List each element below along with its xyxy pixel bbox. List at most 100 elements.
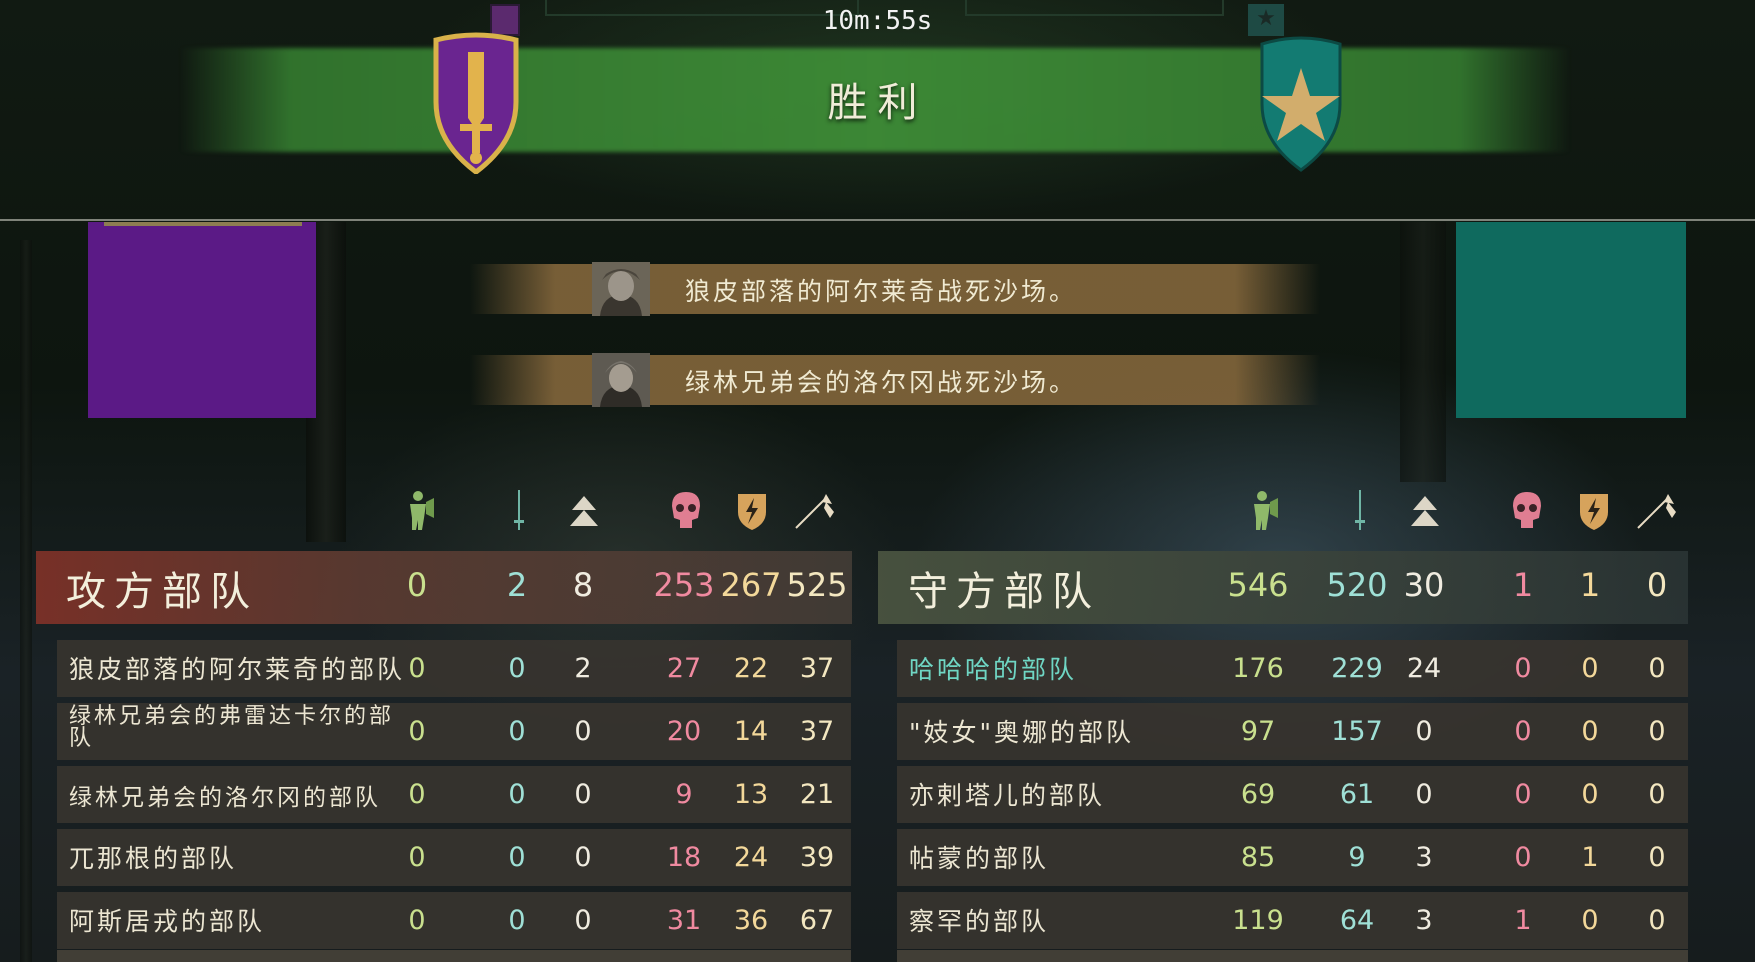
party-wounded: 61: [1339, 779, 1375, 810]
party-killed: 20: [666, 716, 702, 747]
killed-skull-icon: [672, 492, 700, 528]
party-healthy: 85: [1240, 842, 1276, 873]
party-healthy: 97: [1240, 716, 1276, 747]
party-wounded: 64: [1339, 905, 1375, 936]
damage-shield-icon: [738, 494, 766, 530]
party-killed: 0: [1514, 779, 1532, 810]
party-killed: 9: [675, 779, 693, 810]
party-name: 察罕的部队: [909, 907, 1050, 936]
party-routed: 0: [574, 842, 592, 873]
attacker-party-row[interactable]: 绿林兄弟会的弗雷达卡尔的部队 0 0 0 20 14 37: [57, 703, 851, 760]
party-healthy: 69: [1240, 779, 1276, 810]
party-damage: 13: [733, 779, 769, 810]
attacker-party-row[interactable]: 狼皮部落的阿尔莱奇的部队 0 0 2 27 22 37: [57, 640, 851, 697]
party-healthy: 0: [408, 779, 426, 810]
party-damage: 14: [733, 716, 769, 747]
party-name: 哈哈哈的部队: [909, 655, 1078, 684]
party-wounded: 9: [1348, 842, 1366, 873]
next-row-edge: [57, 950, 851, 962]
battle-timer: 10m:55s: [822, 6, 933, 36]
attacker-total-killed: 253: [653, 566, 715, 604]
attacker-party-row[interactable]: 绿林兄弟会的洛尔冈的部队 0 0 0 9 13 21: [57, 766, 851, 823]
party-damage: 24: [733, 842, 769, 873]
death-notice: 狼皮部落的阿尔莱奇战死沙场。: [470, 262, 1320, 316]
party-killed: 0: [1514, 716, 1532, 747]
attacker-total-ranged: 525: [786, 566, 848, 604]
party-routed: 3: [1415, 905, 1433, 936]
party-killed: 1: [1514, 905, 1532, 936]
party-ranged: 39: [799, 842, 835, 873]
party-routed: 2: [574, 653, 592, 684]
death-notice: 绿林兄弟会的洛尔冈战死沙场。: [470, 353, 1320, 407]
party-wounded: 0: [508, 716, 526, 747]
defender-party-row[interactable]: 帖蒙的部队 85 9 3 0 1 0: [897, 829, 1688, 886]
defender-total-healthy: 546: [1227, 566, 1289, 604]
party-name: 帖蒙的部队: [909, 844, 1050, 873]
party-healthy: 119: [1232, 905, 1284, 936]
party-damage: 0: [1581, 716, 1599, 747]
defender-total-wounded: 520: [1326, 566, 1388, 604]
attacker-total-healthy: 0: [406, 566, 428, 604]
party-damage: 0: [1581, 779, 1599, 810]
healthy-troops-icon: [410, 491, 434, 530]
party-routed: 3: [1415, 842, 1433, 873]
defender-party-row[interactable]: "妓女"奥娜的部队 97 157 0 0 0 0: [897, 703, 1688, 760]
killed-skull-icon: [1513, 492, 1541, 528]
party-routed: 24: [1406, 653, 1442, 684]
attacker-party-row[interactable]: 兀那根的部队 0 0 0 18 24 39: [57, 829, 851, 886]
party-wounded: 0: [508, 653, 526, 684]
party-name: 狼皮部落的阿尔莱奇的部队: [69, 655, 406, 684]
notice-text: 狼皮部落的阿尔莱奇战死沙场。: [685, 277, 1078, 306]
party-damage: 22: [733, 653, 769, 684]
party-damage: 0: [1581, 653, 1599, 684]
party-damage: 0: [1581, 905, 1599, 936]
party-ranged: 0: [1648, 905, 1666, 936]
party-ranged: 21: [799, 779, 835, 810]
attacker-total-wounded: 2: [506, 566, 528, 604]
party-ranged: 37: [799, 653, 835, 684]
party-name: "妓女"奥娜的部队: [909, 718, 1134, 747]
wounded-troops-icon: [514, 490, 524, 530]
attacker-flag: [88, 222, 316, 418]
divider-line: [0, 219, 1755, 221]
attacker-flag-trim: [104, 222, 302, 226]
party-wounded: 0: [508, 905, 526, 936]
defender-title: 守方部队: [908, 569, 1100, 615]
party-healthy: 0: [408, 653, 426, 684]
defender-total-routed: 30: [1403, 566, 1445, 604]
attacker-title: 攻方部队: [66, 569, 258, 615]
attacker-total-damage: 267: [720, 566, 782, 604]
attacker-total-routed: 8: [572, 566, 594, 604]
hero-portrait-icon: [592, 353, 650, 407]
attacker-party-row[interactable]: 阿斯居戎的部队 0 0 0 31 36 67: [57, 892, 851, 949]
party-healthy: 0: [408, 842, 426, 873]
defender-total-damage: 1: [1579, 566, 1601, 604]
routed-troops-icon: [570, 496, 598, 526]
ranged-kills-icon: [795, 494, 834, 529]
defender-party-row[interactable]: 哈哈哈的部队 176 229 24 0 0 0: [897, 640, 1688, 697]
party-name: 绿林兄弟会的弗雷达卡尔的部队: [69, 704, 395, 751]
party-healthy: 0: [408, 716, 426, 747]
banner-title: 胜利: [827, 80, 928, 126]
damage-shield-icon: [1580, 494, 1608, 530]
party-routed: 0: [574, 779, 592, 810]
party-killed: 0: [1514, 653, 1532, 684]
defender-total-killed: 1: [1512, 566, 1534, 604]
party-ranged: 0: [1648, 842, 1666, 873]
defender-party-row[interactable]: 察罕的部队 119 64 3 1 0 0: [897, 892, 1688, 949]
tree-trunk: [1400, 222, 1446, 482]
party-killed: 31: [666, 905, 702, 936]
defender-party-row[interactable]: 亦剌塔儿的部队 69 61 0 0 0 0: [897, 766, 1688, 823]
party-name: 亦剌塔儿的部队: [909, 781, 1106, 810]
party-routed: 0: [1415, 716, 1433, 747]
party-routed: 0: [574, 716, 592, 747]
party-ranged: 0: [1648, 716, 1666, 747]
party-wounded: 157: [1331, 716, 1383, 747]
attacker-summary-row: 攻方部队 0 2 8 253 267 525: [36, 551, 852, 624]
hero-portrait-icon: [592, 262, 650, 316]
healthy-troops-icon: [1254, 491, 1278, 530]
notice-text: 绿林兄弟会的洛尔冈战死沙场。: [685, 368, 1078, 397]
routed-troops-icon: [1411, 496, 1439, 526]
party-ranged: 67: [799, 905, 835, 936]
defender-total-ranged: 0: [1646, 566, 1668, 604]
